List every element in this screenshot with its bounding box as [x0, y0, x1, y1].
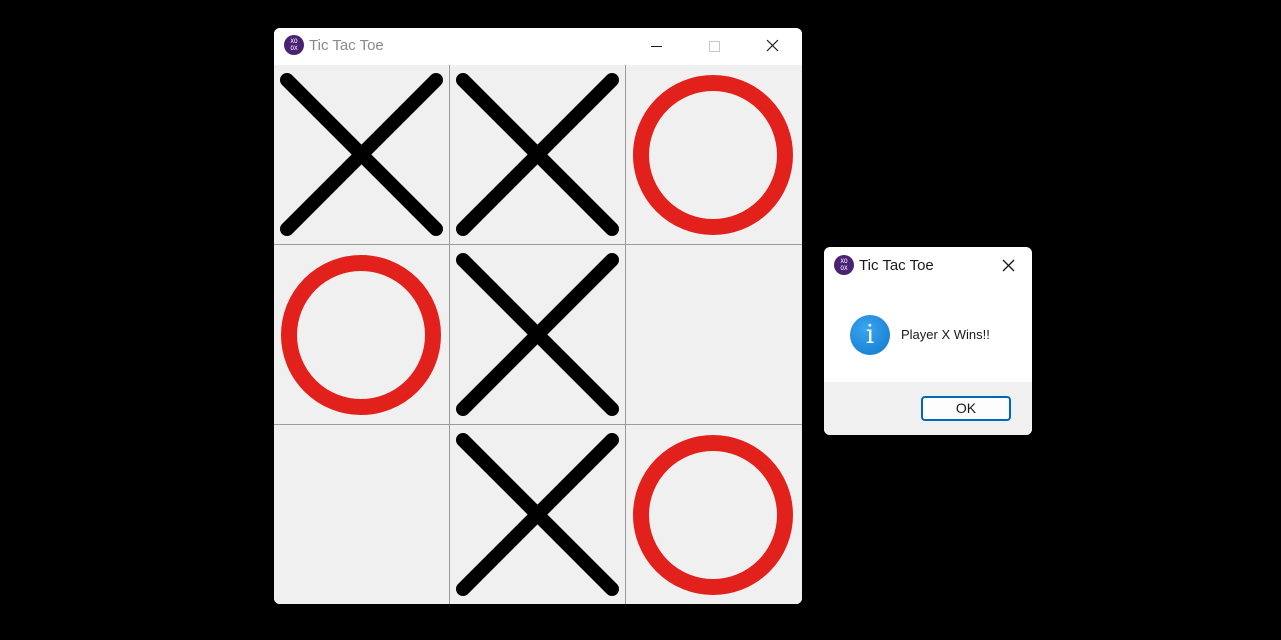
dialog-message: Player X Wins!!: [901, 327, 990, 342]
cell-1-3[interactable]: [626, 65, 802, 245]
minimize-icon: [651, 46, 662, 47]
title-bar[interactable]: XO OX Tic Tac Toe: [274, 28, 802, 65]
grid-line-horizontal: [274, 244, 802, 245]
cell-3-2[interactable]: [450, 425, 626, 604]
cell-2-3[interactable]: [626, 245, 802, 425]
main-window: XO OX Tic Tac Toe: [274, 28, 802, 604]
cell-3-1[interactable]: [274, 425, 450, 604]
x-mark: [456, 253, 619, 416]
dialog-footer: OK: [824, 382, 1032, 435]
xoxo-icon: XO OX: [284, 35, 304, 55]
dialog-title: Tic Tac Toe: [859, 257, 934, 274]
cell-3-3[interactable]: [626, 425, 802, 604]
cell-1-1[interactable]: [274, 65, 450, 245]
close-button[interactable]: [744, 28, 802, 65]
xoxo-icon: XO OX: [834, 255, 854, 275]
grid-line-vertical: [625, 65, 626, 604]
game-board: [274, 65, 802, 604]
x-mark: [456, 73, 619, 236]
dialog-close-button[interactable]: [996, 247, 1032, 283]
minimize-button[interactable]: [627, 28, 685, 65]
x-mark: [456, 433, 619, 596]
maximize-icon: [709, 41, 720, 52]
grid-line-vertical: [449, 65, 450, 604]
information-icon: i: [850, 315, 890, 355]
x-mark: [280, 73, 443, 236]
cell-2-2[interactable]: [450, 245, 626, 425]
maximize-button: [685, 28, 743, 65]
o-mark: [281, 255, 441, 415]
window-title: Tic Tac Toe: [309, 37, 384, 54]
close-icon: [1002, 259, 1015, 272]
o-mark: [633, 75, 793, 235]
close-icon: [766, 39, 779, 52]
ok-button[interactable]: OK: [921, 396, 1011, 421]
cell-1-2[interactable]: [450, 65, 626, 245]
win-dialog: XO OX Tic Tac Toe i Player X Wins!! OK: [824, 247, 1032, 435]
grid-line-horizontal: [274, 424, 802, 425]
cell-2-1[interactable]: [274, 245, 450, 425]
o-mark: [633, 435, 793, 595]
